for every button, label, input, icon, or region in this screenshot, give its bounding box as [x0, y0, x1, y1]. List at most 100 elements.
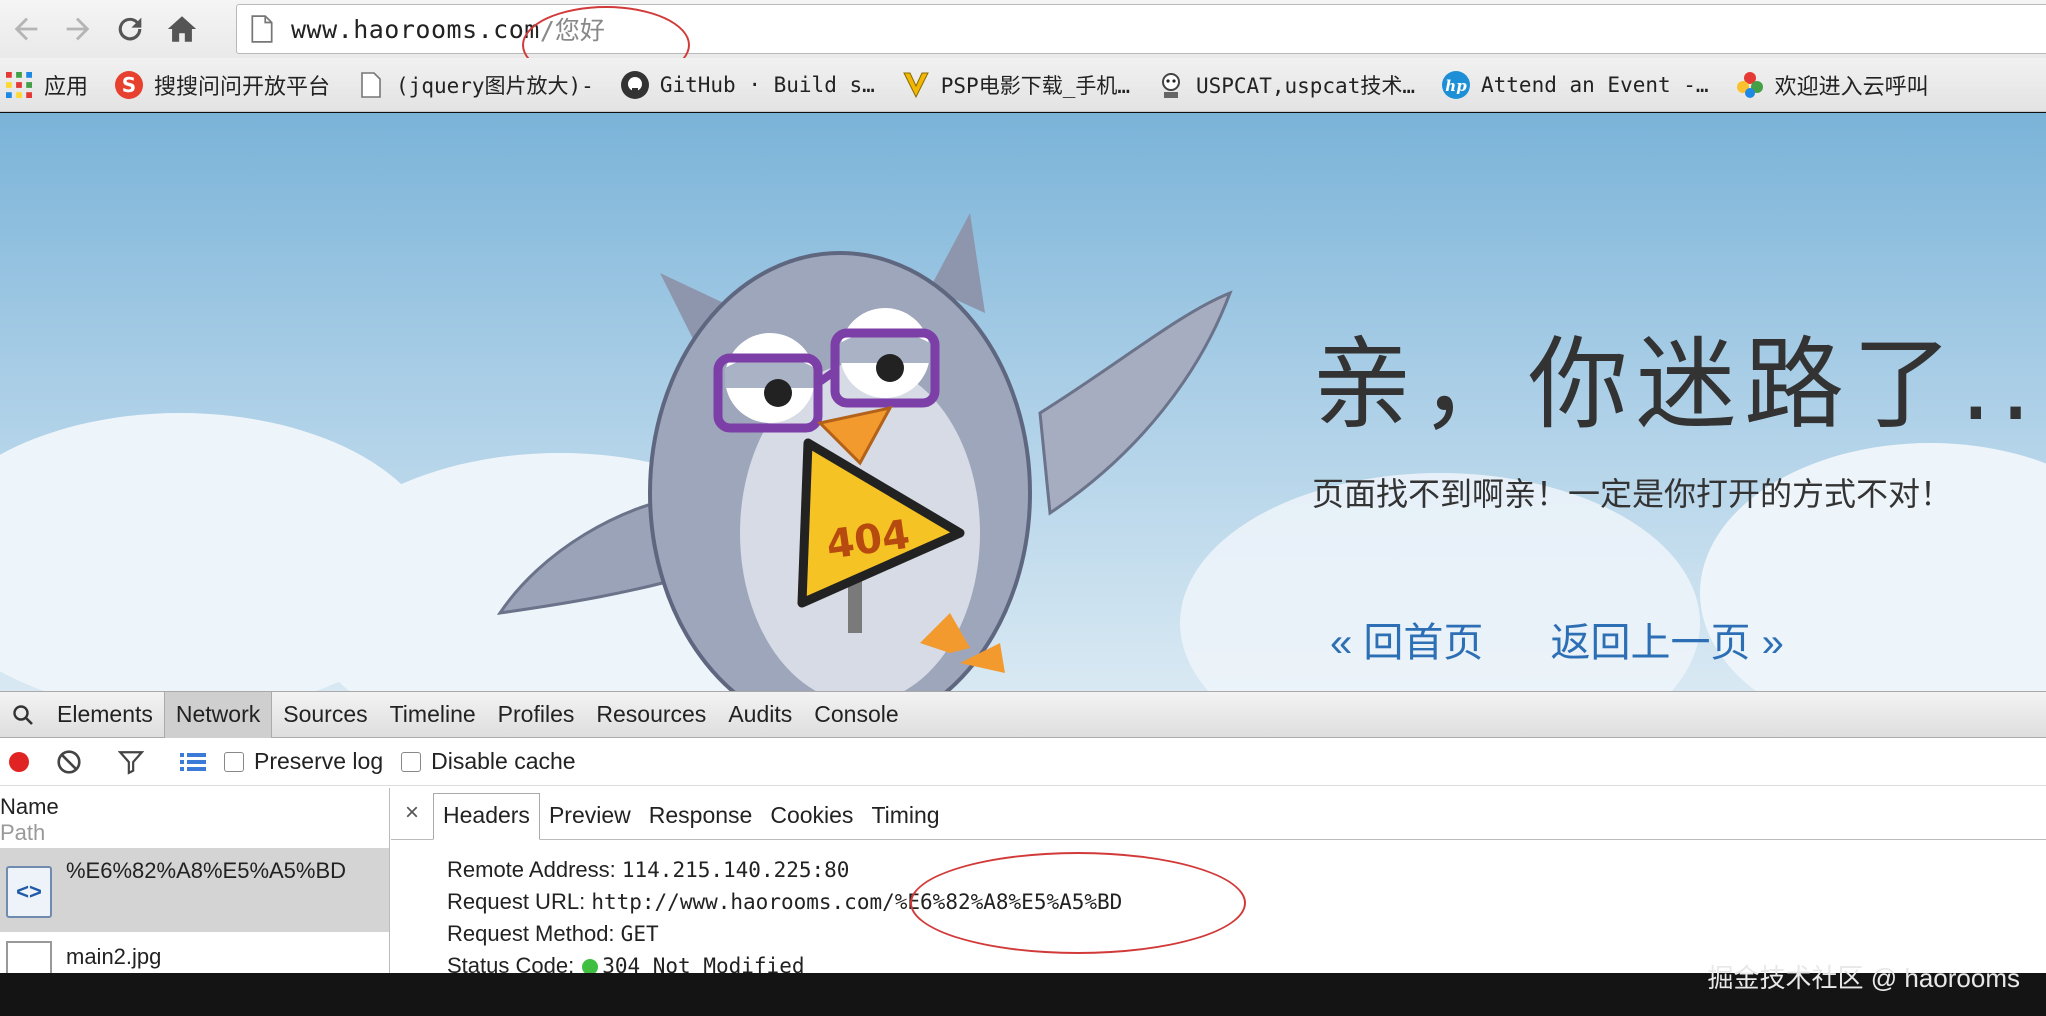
- header-key: Remote Address:: [447, 857, 616, 882]
- svg-text:S: S: [122, 73, 136, 97]
- filter-button[interactable]: [100, 749, 162, 775]
- header-value: GET: [620, 922, 659, 946]
- request-row[interactable]: main2.jpg: [0, 932, 389, 973]
- tab-timing[interactable]: Timing: [862, 802, 948, 839]
- hp-icon: hp: [1441, 70, 1471, 100]
- bookmark-label: 欢迎进入云呼叫: [1774, 73, 1929, 99]
- header-value: 304 Not Modified: [602, 954, 805, 973]
- checkbox-box[interactable]: [224, 751, 244, 772]
- tab-sources[interactable]: Sources: [272, 692, 378, 738]
- back-link[interactable]: 返回上一页 »: [1550, 621, 1783, 665]
- owl-illustration: 404: [496, 213, 1233, 691]
- search-button[interactable]: [0, 703, 46, 727]
- header-remote-address: Remote Address: 114.215.140.225:80: [447, 854, 2046, 886]
- nav-links: « 回首页 返回上一页 »: [1330, 610, 1840, 668]
- reload-button[interactable]: [104, 0, 156, 58]
- tab-elements[interactable]: Elements: [46, 692, 164, 738]
- apps-grid-icon: [4, 70, 34, 100]
- request-name: %E6%82%A8%E5%A5%BD: [66, 858, 347, 883]
- header-key: Request URL:: [447, 889, 586, 914]
- filter-icon: [118, 750, 144, 775]
- bookmark-apps[interactable]: 应用: [4, 69, 88, 101]
- header-value: 114.215.140.225:80: [621, 858, 850, 882]
- request-list-header[interactable]: Name Path: [0, 788, 389, 848]
- annotation-circle-request-url: [910, 852, 1246, 954]
- column-path: Path: [0, 820, 46, 845]
- detail-tabbar: × Headers Preview Response Cookies Timin…: [391, 788, 2046, 840]
- forward-button[interactable]: [52, 0, 104, 58]
- uspcat-icon: [1156, 70, 1186, 100]
- tab-profiles[interactable]: Profiles: [487, 692, 586, 738]
- bookmark-psp[interactable]: PSP电影下载_手机…: [901, 70, 1130, 100]
- home-button[interactable]: [156, 0, 208, 58]
- header-request-url: Request URL: http://www.haorooms.com/%E6…: [447, 886, 2046, 918]
- bookmark-label: (jquery图片放大)-: [396, 73, 594, 98]
- svg-text:hp: hp: [1445, 77, 1467, 95]
- page-title: 亲，你迷路了...: [1312, 326, 2046, 443]
- tab-audits[interactable]: Audits: [717, 692, 803, 738]
- preserve-log-checkbox[interactable]: Preserve log: [224, 748, 383, 775]
- address-bar[interactable]: www.haorooms.com/您好: [236, 4, 2046, 54]
- bookmark-github[interactable]: GitHub · Build s…: [620, 70, 875, 100]
- home-icon: [167, 16, 197, 42]
- checkbox-box[interactable]: [401, 751, 422, 772]
- page-icon: [251, 15, 273, 43]
- bookmark-label: 应用: [44, 73, 89, 99]
- sogou-icon: S: [114, 70, 144, 100]
- bookmark-sogou[interactable]: S 搜搜问问开放平台: [114, 69, 330, 101]
- bookmark-label: Attend an Event -…: [1481, 72, 1709, 97]
- tab-network[interactable]: Network: [163, 692, 273, 738]
- v-logo-icon: [901, 70, 931, 100]
- request-list: Name Path <> %E6%82%A8%E5%A5%BD main2.jp…: [0, 788, 390, 973]
- bookmarks-bar: 应用 S 搜搜问问开放平台 (jquery图片放大)- GitHub · Bui…: [0, 58, 2046, 112]
- request-row[interactable]: <> %E6%82%A8%E5%A5%BD: [0, 848, 389, 932]
- bookmark-label: 搜搜问问开放平台: [154, 73, 331, 99]
- list-view-icon: [180, 752, 206, 771]
- network-controls: Preserve log Disable cache: [0, 738, 2046, 786]
- back-arrow-icon: [14, 17, 38, 41]
- tab-response[interactable]: Response: [640, 802, 762, 839]
- page-subtitle: 页面找不到啊亲！一定是你打开的方式不对！: [1312, 476, 1953, 512]
- flower-icon: [1735, 70, 1765, 100]
- tab-console[interactable]: Console: [803, 692, 909, 738]
- header-key: Status Code:: [447, 953, 575, 973]
- bookmark-uspcat[interactable]: USPCAT,uspcat技术…: [1156, 70, 1415, 100]
- back-button[interactable]: [0, 0, 52, 58]
- html-file-icon: <>: [6, 866, 52, 918]
- clear-button[interactable]: [38, 749, 100, 775]
- page-icon: [356, 70, 386, 100]
- bookmark-label: PSP电影下载_手机…: [940, 73, 1130, 98]
- close-icon: ×: [404, 799, 419, 826]
- record-button[interactable]: [0, 750, 38, 774]
- header-request-method: Request Method: GET: [447, 918, 2046, 950]
- list-view-button[interactable]: [162, 750, 224, 774]
- tab-resources[interactable]: Resources: [585, 692, 717, 738]
- checkbox-label: Disable cache: [431, 748, 576, 774]
- column-name: Name: [0, 794, 59, 819]
- request-name: main2.jpg: [66, 944, 162, 969]
- home-link[interactable]: « 回首页: [1330, 621, 1483, 665]
- tab-preview[interactable]: Preview: [540, 802, 640, 839]
- header-key: Request Method:: [447, 921, 615, 946]
- github-icon: [620, 70, 650, 100]
- bookmark-label: GitHub · Build s…: [659, 72, 875, 97]
- forward-arrow-icon: [66, 17, 90, 41]
- bookmark-cloud-call[interactable]: 欢迎进入云呼叫: [1735, 69, 1929, 101]
- status-ok-icon: [582, 959, 599, 973]
- tab-cookies[interactable]: Cookies: [761, 802, 862, 839]
- bookmark-hp[interactable]: hp Attend an Event -…: [1441, 70, 1709, 100]
- clear-icon: [57, 749, 81, 774]
- devtools-tabbar: Elements Network Sources Timeline Profil…: [0, 692, 2046, 738]
- record-icon: [9, 751, 29, 772]
- tab-timeline[interactable]: Timeline: [379, 692, 487, 738]
- checkbox-label: Preserve log: [254, 748, 384, 774]
- close-detail-button[interactable]: ×: [391, 799, 433, 839]
- image-file-icon: [6, 941, 52, 973]
- disable-cache-checkbox[interactable]: Disable cache: [401, 748, 576, 775]
- tab-headers[interactable]: Headers: [433, 793, 540, 840]
- bookmark-label: USPCAT,uspcat技术…: [1195, 73, 1415, 98]
- not-found-page: 404 亲，你迷路了... 页面找不到啊亲！一定是你打开的方式不对！ « 回首页…: [0, 113, 2046, 691]
- bookmark-jquery[interactable]: (jquery图片放大)-: [356, 70, 594, 100]
- watermark: 掘金技术社区 @ haorooms: [1707, 963, 2020, 993]
- search-icon: [13, 704, 33, 725]
